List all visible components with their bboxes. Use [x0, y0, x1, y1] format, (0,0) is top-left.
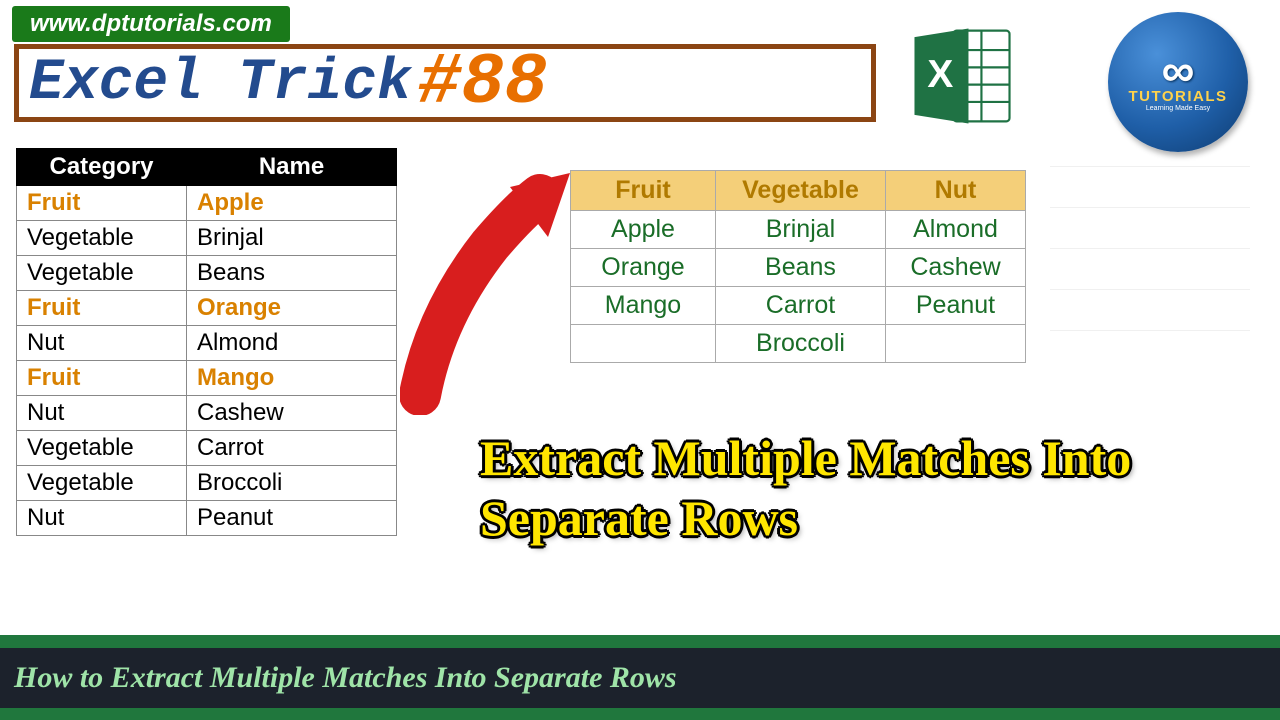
res-header-fruit: Fruit — [571, 171, 716, 211]
result-data-table: Fruit Vegetable Nut AppleBrinjalAlmondOr… — [570, 170, 1026, 363]
res-header-nut: Nut — [886, 171, 1026, 211]
table-row: Broccoli — [571, 325, 1026, 363]
spreadsheet-gridlines — [1050, 166, 1250, 366]
res-cell: Mango — [571, 287, 716, 325]
title-label: Excel Trick — [29, 51, 412, 116]
src-cell-name: Broccoli — [187, 466, 397, 501]
res-cell — [886, 325, 1026, 363]
title-number: #88 — [418, 42, 548, 124]
table-row: VegetableCarrot — [17, 431, 397, 466]
src-cell-category: Vegetable — [17, 221, 187, 256]
src-header-category: Category — [17, 149, 187, 186]
src-cell-name: Cashew — [187, 396, 397, 431]
table-row: AppleBrinjalAlmond — [571, 211, 1026, 249]
table-row: FruitApple — [17, 186, 397, 221]
src-cell-category: Vegetable — [17, 431, 187, 466]
res-cell: Broccoli — [716, 325, 886, 363]
table-row: VegetableBroccoli — [17, 466, 397, 501]
source-data-table: Category Name FruitAppleVegetableBrinjal… — [16, 148, 397, 536]
res-cell: Beans — [716, 249, 886, 287]
src-cell-category: Fruit — [17, 291, 187, 326]
website-url: www.dptutorials.com — [12, 6, 290, 42]
table-row: OrangeBeansCashew — [571, 249, 1026, 287]
src-cell-name: Apple — [187, 186, 397, 221]
table-row: NutCashew — [17, 396, 397, 431]
src-cell-category: Nut — [17, 501, 187, 536]
res-header-vegetable: Vegetable — [716, 171, 886, 211]
src-cell-name: Mango — [187, 361, 397, 396]
res-cell: Peanut — [886, 287, 1026, 325]
res-cell: Almond — [886, 211, 1026, 249]
title-container: Excel Trick #88 — [14, 44, 876, 122]
table-row: FruitOrange — [17, 291, 397, 326]
src-cell-name: Orange — [187, 291, 397, 326]
logo-tagline: Learning Made Easy — [1146, 105, 1210, 112]
src-cell-category: Vegetable — [17, 256, 187, 291]
table-row: VegetableBrinjal — [17, 221, 397, 256]
table-row: VegetableBeans — [17, 256, 397, 291]
arrow-icon — [400, 165, 580, 415]
res-cell: Orange — [571, 249, 716, 287]
footer-banner: How to Extract Multiple Matches Into Sep… — [0, 635, 1280, 720]
res-cell: Carrot — [716, 287, 886, 325]
res-cell: Cashew — [886, 249, 1026, 287]
excel-icon: X — [908, 22, 1016, 130]
src-cell-name: Beans — [187, 256, 397, 291]
src-cell-category: Vegetable — [17, 466, 187, 501]
footer-text: How to Extract Multiple Matches Into Sep… — [0, 648, 1280, 708]
src-cell-category: Fruit — [17, 361, 187, 396]
res-cell — [571, 325, 716, 363]
src-cell-category: Nut — [17, 396, 187, 431]
src-cell-category: Fruit — [17, 186, 187, 221]
src-cell-name: Almond — [187, 326, 397, 361]
logo-graphic: ∞ — [1162, 52, 1195, 89]
svg-text:X: X — [927, 53, 953, 96]
res-cell: Brinjal — [716, 211, 886, 249]
table-row: MangoCarrotPeanut — [571, 287, 1026, 325]
subtitle-text: Extract Multiple Matches Into Separate R… — [480, 428, 1250, 548]
tutorials-logo: ∞ TUTORIALS Learning Made Easy — [1108, 12, 1248, 152]
table-row: NutAlmond — [17, 326, 397, 361]
table-row: FruitMango — [17, 361, 397, 396]
src-cell-name: Peanut — [187, 501, 397, 536]
res-cell: Apple — [571, 211, 716, 249]
logo-title: TUTORIALS — [1128, 88, 1227, 105]
src-cell-category: Nut — [17, 326, 187, 361]
src-cell-name: Carrot — [187, 431, 397, 466]
src-cell-name: Brinjal — [187, 221, 397, 256]
table-row: NutPeanut — [17, 501, 397, 536]
src-header-name: Name — [187, 149, 397, 186]
